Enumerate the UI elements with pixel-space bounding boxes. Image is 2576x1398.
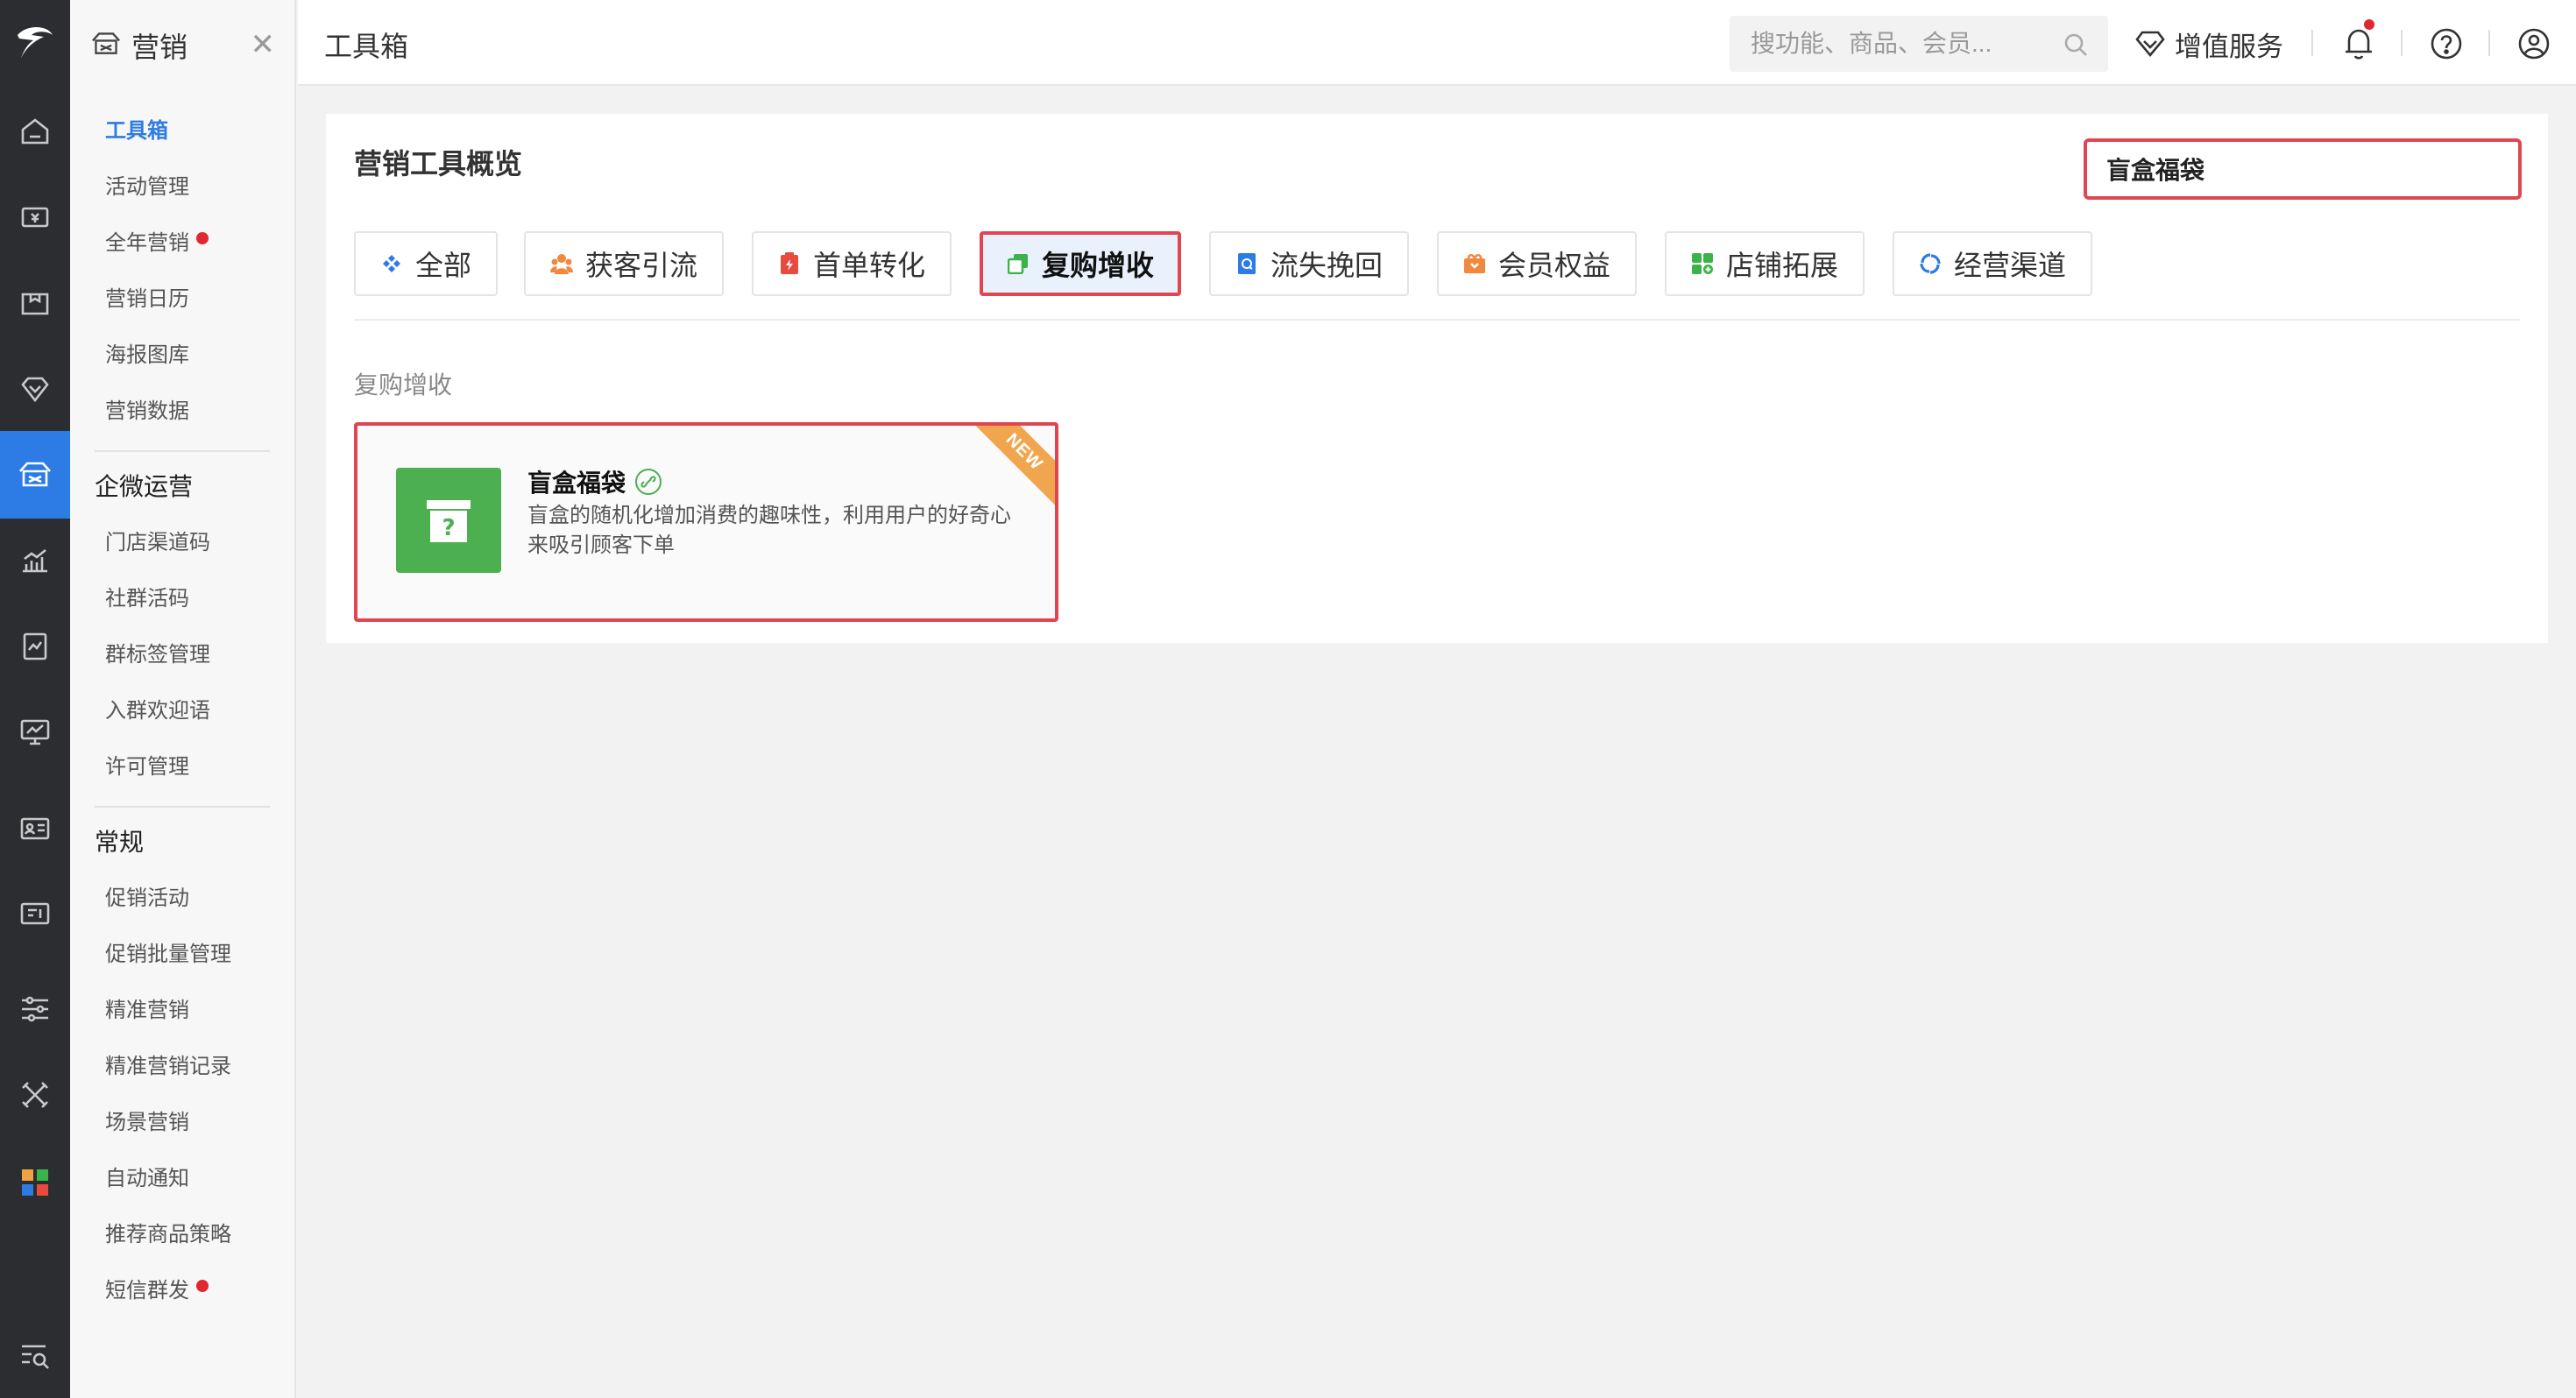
sidebar-title: 营销 (131, 32, 188, 63)
sidebar-item-promotion-batch[interactable]: 促销批量管理 (105, 941, 231, 969)
store-plus-icon (1691, 252, 1714, 275)
settings-sliders-icon[interactable] (0, 965, 70, 1053)
tab-member-benefits[interactable]: 会员权益 (1437, 231, 1637, 296)
tab-label: 店铺拓展 (1725, 250, 1838, 281)
tab-customer-acquisition[interactable]: 获客引流 (524, 231, 724, 296)
sidebar-item-recommend-strategy[interactable]: 推荐商品策略 (105, 1221, 231, 1249)
member-icon[interactable] (0, 345, 70, 433)
tab-label: 复购增收 (1041, 250, 1154, 281)
tool-search-box (2084, 138, 2522, 200)
tabs-divider (354, 319, 2520, 321)
global-search (1730, 16, 2108, 72)
diamond-icon (2134, 30, 2166, 58)
report-icon[interactable] (0, 603, 70, 690)
sidebar-item-marketing-calendar[interactable]: 营销日历 (105, 286, 189, 314)
sidebar-header: 营销 ✕ (91, 25, 275, 67)
tab-repurchase[interactable]: 复购增收 (980, 231, 1181, 296)
bell-icon[interactable] (2338, 19, 2380, 65)
value-added-services-button[interactable]: 增值服务 (2134, 19, 2283, 68)
header-divider (2488, 30, 2490, 56)
marketing-icon (91, 30, 121, 62)
cash-register-icon[interactable] (0, 173, 70, 261)
tool-card-description: 盲盒的随机化增加消费的趣味性，利用用户的好奇心来吸引顾客下单 (527, 504, 1011, 557)
sidebar-item-auto-notify[interactable]: 自动通知 (105, 1165, 189, 1193)
sidebar-item-group-tag-management[interactable]: 群标签管理 (105, 641, 210, 669)
product-icon[interactable] (0, 259, 70, 347)
sidebar-item-precision-marketing[interactable]: 精准营销 (105, 997, 189, 1025)
sidebar-item-license-management[interactable]: 许可管理 (105, 753, 189, 781)
sidebar-item-precision-marketing-records[interactable]: 精准营销记录 (105, 1053, 231, 1081)
refresh-doc-icon (1235, 252, 1258, 275)
tab-business-channels[interactable]: 经营渠道 (1893, 231, 2092, 296)
notification-dot (196, 232, 209, 244)
page-title: 工具箱 (324, 31, 409, 62)
sidebar-item-activity-management[interactable]: 活动管理 (105, 173, 189, 201)
header-divider (2401, 30, 2403, 56)
sidebar-item-community-code[interactable]: 社群活码 (105, 585, 189, 613)
sidebar-item-sms-broadcast[interactable]: 短信群发 (105, 1277, 209, 1305)
icon-rail (0, 0, 70, 1398)
tool-card-title: 盲盒福袋 (527, 464, 662, 499)
secondary-sidebar: 营销 ✕ 工具箱 活动管理 全年营销 营销日历 海报图库 营销数据 企微运营 门… (70, 0, 296, 1398)
top-header: 工具箱 增值服务 (298, 0, 2576, 86)
tab-store-expansion[interactable]: 店铺拓展 (1665, 231, 1865, 296)
sidebar-divider (95, 806, 270, 808)
tool-search-input[interactable] (2087, 142, 2518, 196)
value-added-services-label: 增值服务 (2175, 31, 2283, 62)
device-icon[interactable] (0, 871, 70, 958)
tab-label: 经营渠道 (1953, 250, 2066, 281)
marketing-icon[interactable] (0, 431, 70, 519)
sidebar-item-toolbox[interactable]: 工具箱 (105, 117, 168, 145)
home-icon[interactable] (0, 88, 70, 175)
sidebar-item-scene-marketing[interactable]: 场景营销 (105, 1109, 189, 1137)
diamond-grid-icon (380, 252, 403, 275)
copy-icon (1007, 252, 1030, 275)
help-icon[interactable] (2425, 23, 2467, 65)
svg-text:?: ? (442, 515, 455, 541)
link-icon (634, 468, 662, 496)
user-avatar-icon[interactable] (2513, 23, 2555, 65)
toolbox-panel: 营销工具概览 全部 获客引流 首单转化 复购增收 流失挽回 (326, 114, 2548, 643)
gift-box-icon (1463, 252, 1486, 275)
sidebar-item-annual-marketing[interactable]: 全年营销 (105, 229, 209, 258)
tools-icon[interactable] (0, 1051, 70, 1139)
search-menu-icon[interactable] (0, 1312, 70, 1398)
sidebar-group-title: 常规 (95, 829, 145, 856)
sidebar-item-store-channel-code[interactable]: 门店渠道码 (105, 529, 210, 557)
tool-card-mystery-box[interactable]: ? 盲盒福袋 盲盒的随机化增加消费的趣味性，利用用户的好奇心来吸引顾客下单 NE… (354, 422, 1058, 622)
sidebar-divider (95, 450, 270, 452)
tab-all[interactable]: 全部 (354, 231, 498, 296)
search-icon[interactable] (2063, 32, 2089, 62)
sidebar-item-marketing-data[interactable]: 营销数据 (105, 398, 189, 426)
tab-first-order-conversion[interactable]: 首单转化 (752, 231, 952, 296)
panel-title: 营销工具概览 (354, 148, 523, 180)
section-title: 复购增收 (354, 371, 453, 399)
logo-icon[interactable] (0, 0, 70, 84)
tab-label: 全部 (414, 250, 471, 281)
sidebar-item-promotion[interactable]: 促销活动 (105, 885, 189, 913)
tab-churn-recovery[interactable]: 流失挽回 (1209, 231, 1409, 296)
sidebar-group-title: 企微运营 (95, 473, 194, 500)
search-input[interactable] (1730, 16, 2063, 72)
tab-label: 流失挽回 (1270, 250, 1383, 281)
chart-icon[interactable] (0, 517, 70, 604)
tab-label: 首单转化 (812, 250, 925, 281)
tool-card-name: 盲盒福袋 (527, 470, 626, 497)
tab-label: 会员权益 (1497, 250, 1610, 281)
notification-dot (2364, 19, 2374, 30)
cycle-icon (1919, 252, 1942, 275)
monitor-icon[interactable] (0, 688, 70, 776)
clipboard-bolt-icon (778, 252, 801, 275)
apps-icon[interactable] (0, 1139, 70, 1226)
people-icon (549, 252, 573, 275)
id-card-icon[interactable] (0, 785, 70, 872)
tab-label: 获客引流 (584, 250, 697, 281)
mystery-box-icon: ? (396, 468, 501, 573)
header-divider (2311, 30, 2313, 56)
sidebar-item-poster-library[interactable]: 海报图库 (105, 342, 189, 370)
sidebar-item-welcome-message[interactable]: 入群欢迎语 (105, 697, 210, 725)
notification-dot (196, 1280, 209, 1292)
close-icon[interactable]: ✕ (251, 30, 276, 60)
